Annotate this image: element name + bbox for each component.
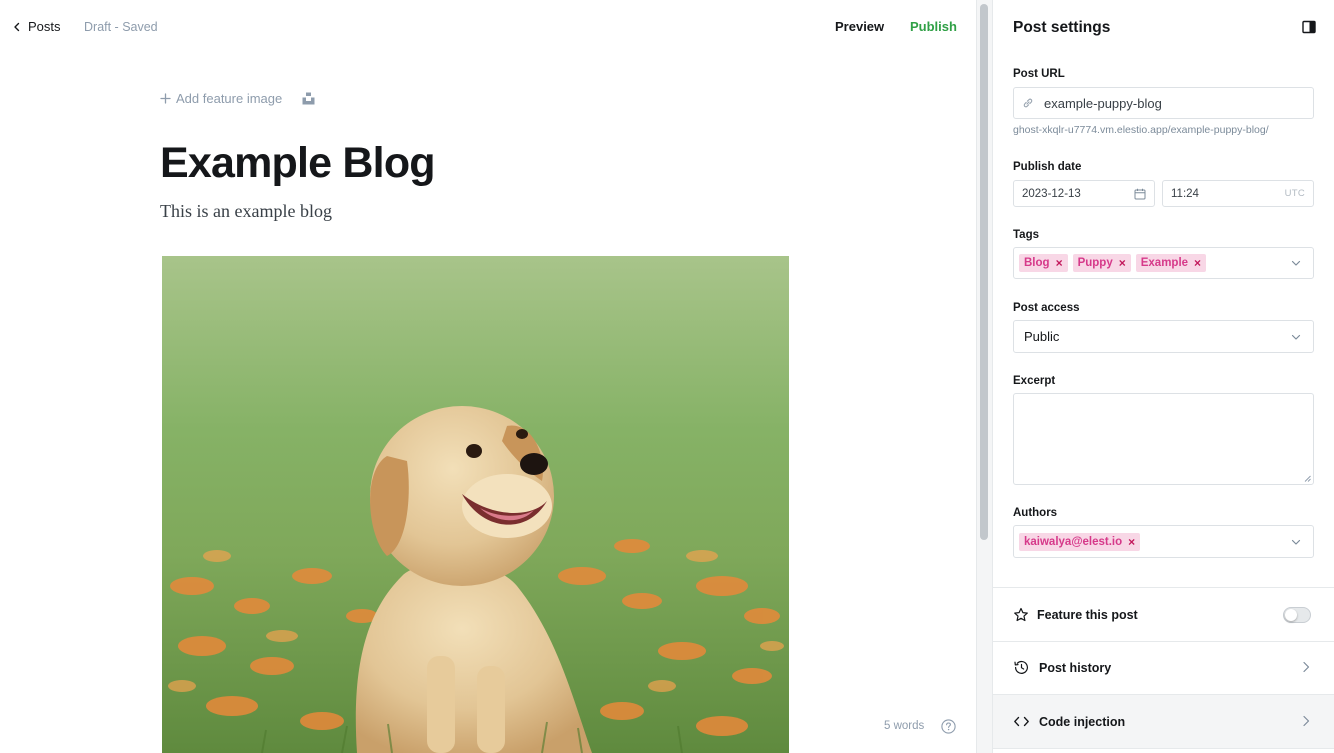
chevron-right-icon xyxy=(1303,715,1310,727)
tag-chip[interactable]: Puppy × xyxy=(1072,254,1131,272)
tag-label: Example xyxy=(1140,257,1189,269)
post-title[interactable]: Example Blog xyxy=(160,139,436,188)
remove-tag-icon[interactable]: × xyxy=(1194,256,1201,270)
star-icon xyxy=(1014,607,1028,621)
remove-tag-icon[interactable]: × xyxy=(1056,256,1063,270)
post-url-full[interactable]: ghost-xkqlr-u7774.vm.elestio.app/example… xyxy=(1013,124,1269,136)
word-count: 5 words xyxy=(884,720,925,732)
author-label: kaiwalya@elest.io xyxy=(1024,535,1123,548)
tag-label: Puppy xyxy=(1077,257,1113,269)
timezone-label: UTC xyxy=(1284,188,1305,199)
add-feature-image-label: Add feature image xyxy=(176,91,283,106)
chevron-down-icon[interactable] xyxy=(1291,258,1301,268)
back-to-posts-link[interactable]: Posts xyxy=(12,19,61,34)
code-injection-row[interactable]: Code injection xyxy=(993,695,1334,748)
editor-pane: Posts Draft - Saved Preview Publish Add … xyxy=(0,0,976,753)
tag-chip[interactable]: Example × xyxy=(1135,254,1207,272)
publish-date-input[interactable]: 2023-12-13 xyxy=(1013,180,1155,207)
remove-author-icon[interactable]: × xyxy=(1128,535,1135,549)
chevron-left-icon xyxy=(14,22,20,31)
post-url-label: Post URL xyxy=(1013,68,1065,80)
publish-button[interactable]: Publish xyxy=(910,19,957,34)
add-feature-image-button[interactable]: Add feature image xyxy=(160,91,282,106)
plus-icon xyxy=(160,93,171,104)
feature-image-controls: Add feature image xyxy=(160,91,315,106)
post-url-value: example-puppy-blog xyxy=(1044,95,1162,111)
post-access-value: Public xyxy=(1024,329,1060,344)
resize-handle-icon[interactable] xyxy=(1304,475,1311,482)
editor-topbar: Posts Draft - Saved Preview Publish xyxy=(0,0,976,54)
chevron-right-icon xyxy=(1303,661,1310,673)
code-icon xyxy=(1014,716,1029,727)
post-settings-panel: Post settings Post URL example-puppy-blo… xyxy=(992,0,1334,753)
excerpt-textarea[interactable] xyxy=(1013,393,1314,485)
help-icon[interactable] xyxy=(941,719,956,734)
feature-post-row: Feature this post xyxy=(993,588,1334,641)
link-icon xyxy=(1023,98,1033,108)
tags-input[interactable]: Blog × Puppy × Example × xyxy=(1013,247,1314,279)
preview-button[interactable]: Preview xyxy=(835,19,884,34)
post-access-select[interactable]: Public xyxy=(1013,320,1314,353)
chevron-down-icon[interactable] xyxy=(1291,537,1301,547)
tag-label: Blog xyxy=(1024,257,1050,269)
settings-title: Post settings xyxy=(1013,19,1111,36)
publish-date-value: 2023-12-13 xyxy=(1022,187,1081,200)
post-history-row[interactable]: Post history xyxy=(993,641,1334,694)
feature-post-toggle[interactable] xyxy=(1283,607,1311,623)
code-injection-label: Code injection xyxy=(1039,714,1126,729)
calendar-icon[interactable] xyxy=(1134,188,1146,200)
feature-post-label: Feature this post xyxy=(1037,607,1138,622)
remove-tag-icon[interactable]: × xyxy=(1119,256,1126,270)
post-history-label: Post history xyxy=(1039,660,1112,675)
sidebar-toggle-icon[interactable] xyxy=(1302,20,1316,34)
back-link-label: Posts xyxy=(28,19,61,34)
toggle-knob xyxy=(1285,609,1297,621)
publish-time-value: 11:24 xyxy=(1171,187,1199,200)
puppy-photo-illustration xyxy=(162,256,789,753)
post-url-input[interactable]: example-puppy-blog xyxy=(1013,87,1314,119)
tag-chip[interactable]: Blog × xyxy=(1019,254,1068,272)
editor-scrollbar-thumb[interactable] xyxy=(980,4,988,540)
history-icon xyxy=(1014,661,1028,674)
author-chip[interactable]: kaiwalya@elest.io × xyxy=(1019,532,1141,551)
post-subtitle[interactable]: This is an example blog xyxy=(160,201,332,222)
unsplash-icon[interactable] xyxy=(302,92,315,105)
chevron-down-icon xyxy=(1291,334,1301,340)
tags-label: Tags xyxy=(1013,229,1039,241)
section-divider xyxy=(993,748,1334,749)
publish-date-label: Publish date xyxy=(1013,161,1082,173)
post-access-label: Post access xyxy=(1013,302,1080,314)
excerpt-label: Excerpt xyxy=(1013,375,1056,387)
save-status: Draft - Saved xyxy=(84,20,158,34)
authors-label: Authors xyxy=(1013,507,1058,519)
publish-time-input[interactable]: 11:24 UTC xyxy=(1162,180,1314,207)
authors-input[interactable]: kaiwalya@elest.io × xyxy=(1013,525,1314,558)
puppy-image[interactable] xyxy=(162,256,789,753)
